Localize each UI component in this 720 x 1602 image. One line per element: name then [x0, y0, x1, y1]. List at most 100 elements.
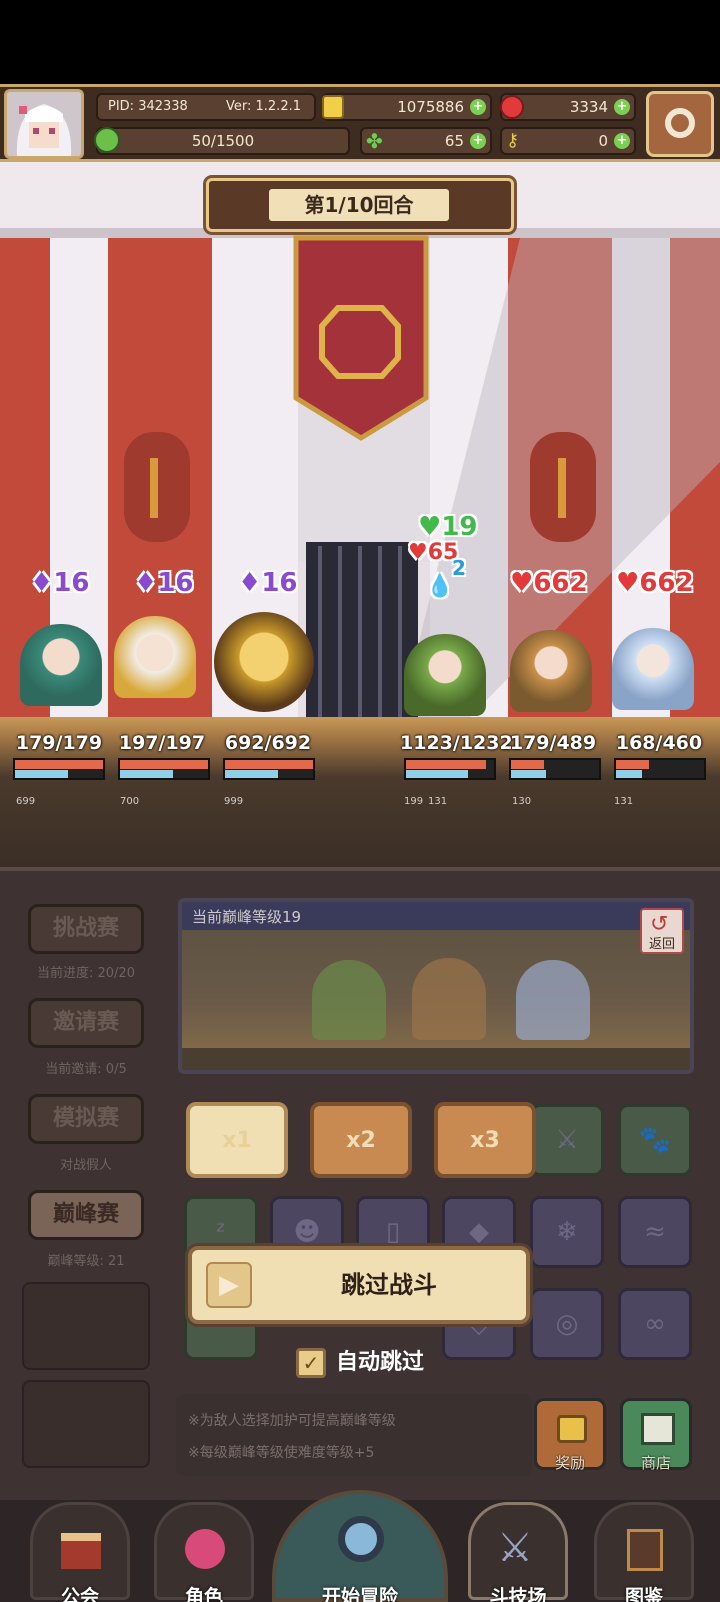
enemy-2-sprite[interactable] — [510, 630, 592, 712]
invite-caption: 当前邀请: 0/5 — [45, 1062, 127, 1077]
lock-icon: ◆ — [469, 1217, 489, 1247]
play-icon: ▶ — [206, 1262, 252, 1308]
infinity-icon: ∞ — [644, 1309, 666, 1339]
ally-1-hp-bar — [13, 758, 105, 780]
loop-blessing-slot[interactable]: ◎ — [530, 1288, 604, 1360]
gold-coin-icon — [322, 95, 344, 119]
shop-icon — [641, 1413, 675, 1445]
shop-button[interactable]: 商店 — [620, 1398, 692, 1472]
challenge-caption: 当前进度: 20/20 — [37, 966, 135, 981]
enemy-1-tag-b: 131 — [428, 796, 448, 807]
key-icon: ⚷ — [506, 130, 520, 151]
key-pill: ⚷ 0 + — [500, 127, 636, 155]
enemy-1-sprite[interactable] — [404, 634, 486, 716]
wave-icon: ≈ — [644, 1217, 666, 1247]
simulation-caption: 对战假人 — [59, 1158, 112, 1173]
shop-label: 商店 — [640, 1454, 671, 1472]
gear-icon — [665, 108, 695, 138]
enemy-3-sprite[interactable] — [612, 628, 694, 710]
add-gem-button[interactable]: + — [614, 99, 630, 115]
speed-x2-button[interactable]: x2 — [310, 1102, 412, 1178]
ally-3-hp: 692/692 — [224, 732, 312, 754]
speed-x1-button[interactable]: x1 — [186, 1102, 288, 1178]
red-gem-icon — [500, 95, 524, 119]
ally-1-hp: 179/179 — [15, 732, 103, 754]
sword-blessing-slot[interactable]: ⚔ — [530, 1104, 604, 1176]
add-gold-button[interactable]: + — [470, 99, 486, 115]
book-icon — [627, 1529, 663, 1571]
ally-1-buff: ♦16 — [30, 568, 90, 598]
ally-2-hp-bar — [118, 758, 210, 780]
ally-3-sprite[interactable] — [214, 612, 314, 712]
sleep-icon: ᶻ — [216, 1217, 226, 1247]
round-counter: 第1/10回合 — [269, 189, 449, 221]
auto-skip-label: 自动跳过 — [336, 1350, 425, 1375]
version-text: Ver: 1.2.2.1 — [226, 99, 301, 114]
treasure-chest-icon — [557, 1415, 587, 1443]
battle-scene — [0, 162, 720, 717]
speed-x3-button[interactable]: x3 — [434, 1102, 536, 1178]
energy-pill: 50/1500 — [94, 127, 350, 155]
clover-icon: ✤ — [366, 129, 383, 153]
empty-slot-1 — [22, 1282, 150, 1370]
note-2: ※每级巅峰等级使难度等级+5 — [188, 1445, 375, 1461]
water-drop-icon: 💧 — [426, 574, 454, 599]
simulation-button[interactable]: 模拟赛 — [28, 1094, 144, 1144]
energy-text: 50/1500 — [191, 132, 255, 150]
ally-2-sprite[interactable] — [114, 616, 196, 698]
snowflake-icon: ❄ — [556, 1217, 578, 1247]
preview-title: 当前巅峰等级19 — [192, 908, 302, 926]
skull-icon: ☻ — [293, 1217, 321, 1247]
snowflake-blessing-slot[interactable]: ❄ — [530, 1196, 604, 1268]
ally-3-buff: ♦16 — [238, 568, 298, 598]
player-avatar[interactable] — [4, 89, 84, 159]
guild-icon — [61, 1533, 101, 1569]
invite-button[interactable]: 邀请赛 — [28, 998, 144, 1048]
enemy-3-hp: 168/460 — [615, 732, 703, 754]
enemy-2-tag: 130 — [512, 796, 532, 807]
crossed-swords-icon: ⚔ — [497, 1525, 533, 1571]
ally-3-tag: 999 — [224, 796, 244, 807]
ally-1-tag: 699 — [16, 796, 36, 807]
ally-1-sprite[interactable] — [20, 624, 102, 706]
nav-adventure-label: 开始冒险 — [321, 1586, 398, 1602]
round-banner: 第1/10回合 — [206, 178, 514, 232]
peak-button[interactable]: 巅峰赛 — [28, 1190, 144, 1240]
skip-battle-label: 跳过战斗 — [341, 1271, 437, 1299]
enemy-3-hp-bar — [614, 758, 706, 780]
enemy-2-hp-bar — [509, 758, 601, 780]
ally-2-hp: 197/197 — [118, 732, 206, 754]
add-key-button[interactable]: + — [614, 133, 630, 149]
notes-box: ※为敌人选择加护可提高巅峰等级 ※每级巅峰等级使难度等级+5 — [176, 1394, 532, 1476]
note-1: ※为敌人选择加护可提高巅峰等级 — [188, 1413, 396, 1429]
paw-blessing-slot[interactable]: 🐾 — [618, 1104, 692, 1176]
empty-slot-2 — [22, 1380, 150, 1468]
pid-version-pill: PID: 342338 Ver: 1.2.2.1 — [96, 93, 316, 121]
key-text: 0 — [598, 132, 608, 150]
nav-guild-label: 公会 — [60, 1586, 99, 1602]
ally-2-buff: ♦16 — [134, 568, 194, 598]
ally-3-hp-bar — [223, 758, 315, 780]
ally-2-tag: 700 — [120, 796, 140, 807]
sword-icon: ⚔ — [555, 1125, 579, 1155]
gem-text: 3334 — [569, 98, 608, 116]
add-clover-button[interactable]: + — [470, 133, 486, 149]
gold-text: 1075886 — [397, 98, 464, 116]
heal-effect: ♥19 — [418, 512, 478, 542]
settings-button[interactable] — [646, 91, 714, 157]
enemy-2-damage: ♥662 — [510, 568, 588, 598]
team-preview: 当前巅峰等级19 ↺ 返回 — [178, 898, 694, 1074]
wave-blessing-slot[interactable]: ≈ — [618, 1196, 692, 1268]
skip-battle-button[interactable]: ▶ 跳过战斗 — [188, 1246, 530, 1324]
back-button[interactable]: ↺ 返回 — [640, 908, 684, 954]
infinity-blessing-slot[interactable]: ∞ — [618, 1288, 692, 1360]
loop-icon: ◎ — [555, 1309, 579, 1339]
paw-icon: 🐾 — [638, 1125, 672, 1155]
challenge-button[interactable]: 挑战赛 — [28, 904, 144, 954]
character-icon — [185, 1529, 225, 1569]
gem-pill: 3334 + — [500, 93, 636, 121]
enemy-3-damage: ♥662 — [616, 568, 694, 598]
preview-enemy-2 — [412, 958, 486, 1040]
auto-skip-checkbox[interactable]: ✓ — [296, 1348, 326, 1378]
reward-button[interactable]: 奖励 — [534, 1398, 606, 1472]
